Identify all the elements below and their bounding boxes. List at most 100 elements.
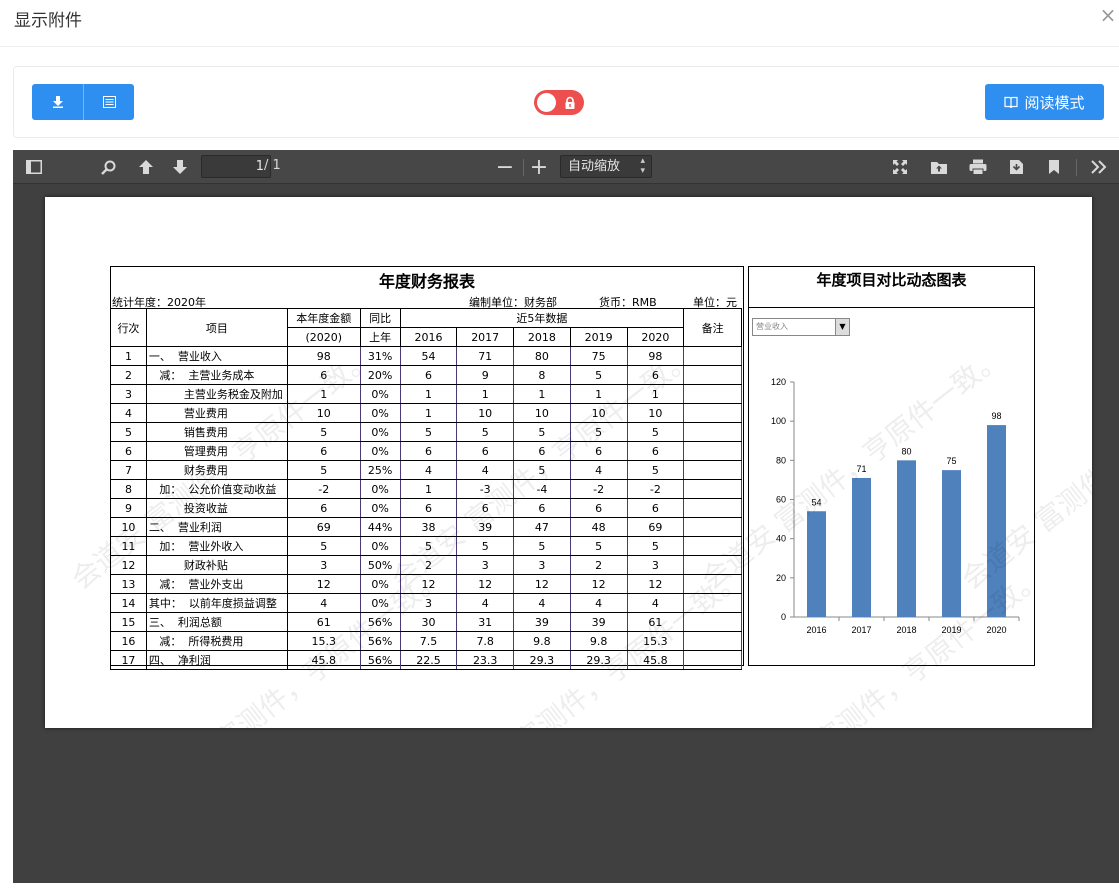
row-year-value: 4	[456, 593, 515, 613]
row-note	[683, 384, 742, 404]
header-note: 备注	[683, 308, 742, 347]
row-year-value: 5	[626, 536, 685, 556]
row-year-value: 39	[513, 612, 571, 632]
row-year-value: 10	[513, 403, 571, 423]
row-note	[683, 460, 742, 480]
row-item: 其中： 以前年度损益调整	[145, 593, 288, 613]
table-row: 17 四、 净利润 45.8 56% 22.5 23.3 29.3 29.3 45.8	[110, 650, 742, 670]
action-button-group	[32, 84, 134, 120]
row-year-value: 4	[569, 460, 628, 480]
row-year-value: 15.3	[626, 631, 685, 651]
header-year: 2020	[626, 327, 685, 347]
chart-item-select[interactable]: 营业收入 ▼	[752, 318, 850, 336]
row-year-value: 6	[399, 365, 458, 385]
presentation-mode-icon[interactable]	[888, 155, 912, 179]
row-item: 一、 营业收入	[145, 346, 288, 366]
y-tick-label: 100	[771, 416, 786, 426]
y-tick-label: 80	[776, 455, 786, 465]
row-year-value: 7.8	[456, 631, 515, 651]
row-item: 销售费用	[145, 422, 288, 442]
row-year-value: 6	[626, 498, 685, 518]
table-row: 8 加： 公允价值变动收益 -2 0% 1 -3 -4 -2 -2	[110, 479, 742, 499]
row-year-value: 29.3	[513, 650, 571, 670]
table-row: 4 营业费用 10 0% 1 10 10 10 10	[110, 403, 742, 423]
tools-menu-icon[interactable]	[1087, 155, 1111, 179]
data-label: 75	[946, 456, 956, 466]
row-year-value: 2	[569, 555, 628, 575]
row-number: 5	[110, 422, 147, 442]
row-year-value: 75	[569, 346, 628, 366]
row-yoy: 44%	[359, 517, 401, 537]
read-mode-button[interactable]: 阅读模式	[985, 84, 1104, 120]
row-year-value: 3	[626, 555, 685, 575]
row-year-value: 12	[626, 574, 685, 594]
row-item: 营业费用	[145, 403, 288, 423]
row-year-value: 69	[626, 517, 685, 537]
row-year-value: 1	[399, 384, 458, 404]
row-year-value: 8	[513, 365, 571, 385]
row-item: 加： 营业外收入	[145, 536, 288, 556]
header-row-no: 行次	[110, 308, 147, 347]
row-item: 减： 主营业务成本	[145, 365, 288, 385]
list-button[interactable]	[83, 84, 134, 120]
table-row: 5 销售费用 5 0% 5 5 5 5 5	[110, 422, 742, 442]
zoom-out-button[interactable]: −	[493, 155, 517, 180]
search-icon[interactable]	[96, 155, 120, 179]
chart-bar	[807, 511, 826, 617]
table-row: 9 投资收益 6 0% 6 6 6 6 6	[110, 498, 742, 518]
row-yoy: 0%	[359, 403, 401, 423]
row-year-value: 12	[569, 574, 628, 594]
chart-bar	[852, 477, 871, 617]
edit-lock-toggle[interactable]	[534, 90, 584, 115]
table-row: 6 管理费用 6 0% 6 6 6 6 6	[110, 441, 742, 461]
row-number: 4	[110, 403, 147, 423]
row-number: 13	[110, 574, 147, 594]
row-number: 6	[110, 441, 147, 461]
row-yoy: 0%	[359, 384, 401, 404]
header-amount-year: (2020)	[286, 327, 361, 347]
row-year-value: 5	[569, 365, 628, 385]
open-file-icon[interactable]	[927, 155, 951, 179]
page-number-input[interactable]: 1	[201, 155, 271, 178]
close-icon[interactable]: ×	[1097, 3, 1119, 27]
print-icon[interactable]	[966, 155, 990, 179]
row-year-value: 71	[456, 346, 515, 366]
row-item: 加： 公允价值变动收益	[145, 479, 288, 499]
pdf-toolbar: 1 / 1 − + 自动缩放 ▴ ▾	[13, 150, 1119, 184]
save-download-icon[interactable]	[1004, 155, 1028, 179]
y-tick-label: 20	[776, 573, 786, 583]
row-amount: 6	[286, 365, 361, 385]
row-year-value: 5	[626, 422, 685, 442]
row-year-value: 22.5	[399, 650, 458, 670]
zoom-in-button[interactable]: +	[527, 155, 551, 180]
table-row: 12 财政补贴 3 50% 2 3 3 2 3	[110, 555, 742, 575]
row-year-value: 29.3	[569, 650, 628, 670]
header-yoy: 同比	[359, 308, 401, 328]
header-divider	[0, 46, 1119, 47]
row-year-value: 5	[399, 422, 458, 442]
row-number: 3	[110, 384, 147, 404]
row-year-value: 6	[456, 441, 515, 461]
row-year-value: 47	[513, 517, 571, 537]
row-yoy: 56%	[359, 612, 401, 632]
row-year-value: 3	[456, 555, 515, 575]
read-mode-label: 阅读模式	[1024, 93, 1085, 112]
chart-panel: 年度项目对比动态图表 营业收入 ▼ 0 20 40 60 80 100 120 54 2016 7…	[748, 266, 1035, 666]
sidebar-toggle-icon[interactable]	[22, 155, 46, 179]
row-yoy: 0%	[359, 536, 401, 556]
row-year-value: 6	[399, 441, 458, 461]
toggle-knob	[537, 93, 556, 112]
row-amount: 10	[286, 403, 361, 423]
y-tick-label: 60	[776, 495, 786, 505]
download-button[interactable]	[32, 84, 83, 120]
row-note	[683, 593, 742, 613]
y-tick-label: 120	[771, 377, 786, 387]
previous-page-icon[interactable]	[134, 155, 158, 179]
next-page-icon[interactable]	[168, 155, 192, 179]
bookmark-icon[interactable]	[1042, 155, 1066, 179]
row-year-value: -3	[456, 479, 515, 499]
row-year-value: 5	[399, 536, 458, 556]
zoom-select[interactable]: 自动缩放 ▴ ▾	[560, 155, 652, 178]
row-year-value: 4	[456, 460, 515, 480]
row-yoy: 0%	[359, 593, 401, 613]
